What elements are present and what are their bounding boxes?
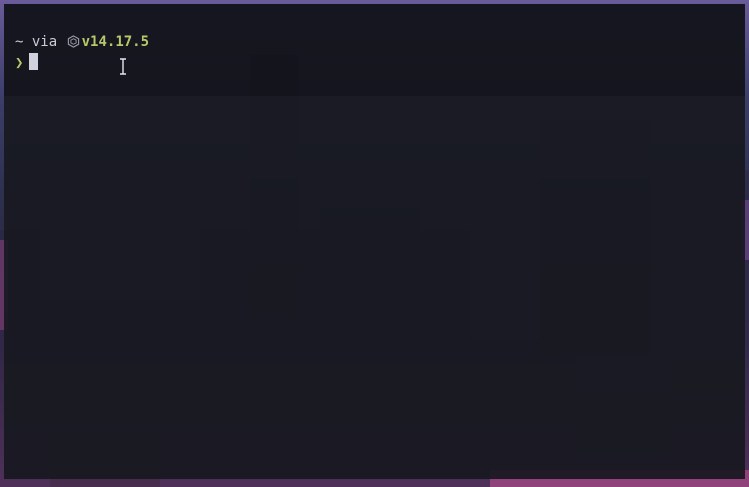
prompt-status-line: ~ via v14.17.5 xyxy=(15,33,149,51)
nodejs-hexagon-icon xyxy=(67,35,79,48)
command-input-line[interactable]: ❯ xyxy=(15,53,39,72)
mouse-ibeam-cursor-icon xyxy=(120,58,126,75)
text-cursor xyxy=(29,53,39,70)
node-version-label: v14.17.5 xyxy=(81,34,150,50)
via-label: via xyxy=(31,34,58,50)
cwd-label: ~ xyxy=(15,34,24,50)
prompt-symbol: ❯ xyxy=(15,55,24,71)
terminal-window[interactable]: ~ via v14.17.5 ❯ xyxy=(4,4,745,479)
